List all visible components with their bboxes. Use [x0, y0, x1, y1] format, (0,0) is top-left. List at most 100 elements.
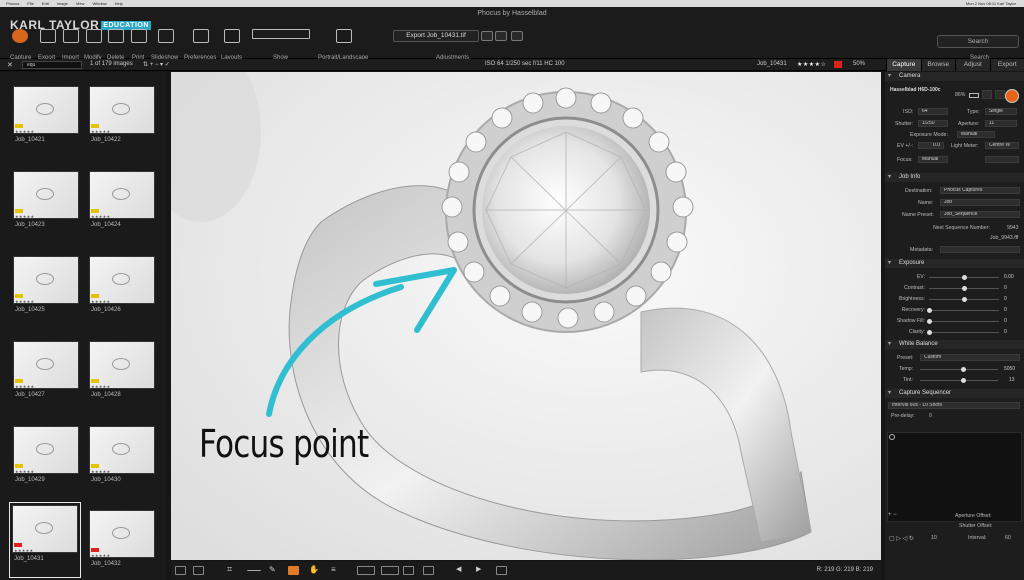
metadata-select[interactable] — [940, 246, 1020, 253]
next-icon[interactable]: ▶ — [476, 565, 487, 574]
thumbnail-job-10426[interactable]: ★★★★★ Job_10426 — [87, 254, 159, 336]
exposure-slider-knob[interactable] — [927, 319, 932, 324]
exposure-slider-knob[interactable] — [962, 286, 967, 291]
light-meter-select[interactable]: Centre W — [985, 142, 1019, 149]
ev-field[interactable]: 0.0 — [918, 142, 944, 149]
exposure-mode-select[interactable]: Manual — [957, 131, 995, 138]
aperture-select[interactable]: 11 — [985, 120, 1017, 127]
exposure-value[interactable]: 0 — [1004, 285, 1007, 291]
exposure-slider[interactable] — [929, 286, 999, 291]
wb-preset-select[interactable]: Custom — [920, 354, 1020, 361]
exposure-slider[interactable] — [927, 308, 999, 313]
interval-value[interactable]: 60 — [1005, 535, 1011, 541]
thumbnail-job-10425[interactable]: ★★★★★ Job_10425 — [11, 254, 83, 336]
temp-slider[interactable] — [920, 367, 998, 372]
portrait-landscape-button[interactable] — [336, 29, 352, 46]
crop-icon[interactable]: ⌗ — [227, 564, 238, 574]
import-button[interactable] — [63, 29, 79, 46]
copy-adjustments-icon[interactable] — [511, 31, 523, 41]
tab-browse[interactable]: Browse — [920, 59, 955, 71]
previous-icon[interactable]: ◀ — [456, 565, 467, 574]
show-toggle[interactable] — [252, 29, 310, 42]
menu-help[interactable]: Help — [115, 1, 123, 6]
sequencer-preset-select[interactable]: Interval 60s - 10 Shots — [888, 402, 1020, 409]
menu-edit[interactable]: Edit — [42, 1, 49, 6]
menu-app[interactable]: Phocus — [6, 1, 19, 6]
exposure-value[interactable]: 0.00 — [1004, 274, 1014, 280]
undo-icon[interactable] — [481, 31, 493, 41]
type-select[interactable]: Single — [985, 108, 1017, 115]
mask-icon[interactable] — [381, 566, 399, 575]
thumbnail-job-10423[interactable]: ★★★★★ Job_10423 — [11, 169, 83, 251]
temp-value[interactable]: 5050 — [1004, 366, 1015, 372]
capture-button[interactable] — [12, 29, 28, 46]
live-view-button[interactable] — [982, 90, 992, 99]
temp-slider-knob[interactable] — [960, 367, 966, 372]
filter-input[interactable]: equ — [22, 61, 82, 69]
camera-section-header[interactable]: Camera — [885, 72, 1024, 81]
print-button[interactable] — [131, 29, 147, 46]
tab-capture[interactable]: Capture — [886, 59, 921, 71]
export-button[interactable] — [40, 29, 56, 46]
camera-settings-button[interactable] — [995, 90, 1005, 99]
iso-select[interactable]: 64 — [918, 108, 948, 115]
compare-view-icon[interactable] — [193, 566, 204, 575]
tint-value[interactable]: 13 — [1009, 377, 1015, 383]
exposure-slider-knob[interactable] — [927, 330, 932, 335]
tint-slider-knob[interactable] — [960, 378, 966, 383]
export-filename-field[interactable]: Export Job_10431.tif — [393, 30, 479, 42]
focus-adjust-buttons[interactable] — [985, 156, 1019, 163]
exposure-section-header[interactable]: Exposure — [885, 259, 1024, 268]
name-field[interactable]: Job — [940, 199, 1020, 206]
thumbnail-job-10431-selected[interactable]: ★★★★★ Job_10431 — [9, 502, 81, 578]
single-view-icon[interactable] — [175, 566, 186, 575]
tab-export[interactable]: Export — [989, 59, 1024, 71]
loupe-icon[interactable] — [288, 566, 299, 575]
search-input[interactable]: Search — [937, 35, 1019, 48]
close-filter-icon[interactable]: ✕ — [7, 61, 13, 69]
color-tag[interactable] — [834, 61, 842, 68]
slideshow-button[interactable] — [158, 29, 174, 46]
delete-button[interactable] — [108, 29, 124, 46]
straighten-icon[interactable] — [247, 566, 261, 571]
fullscreen-icon[interactable] — [423, 566, 434, 575]
layouts-button[interactable] — [224, 29, 240, 46]
sequencer-controls-icon[interactable]: ▢ ▷ ◁ ↻ — [889, 535, 914, 542]
redo-icon[interactable] — [495, 31, 507, 41]
sequencer-timeline[interactable] — [887, 432, 1022, 522]
exposure-value[interactable]: 0 — [1004, 318, 1007, 324]
thumbnail-job-10422[interactable]: ★★★★★ Job_10422 — [87, 84, 159, 166]
thumbnail-job-10427[interactable]: ★★★★★ Job_10427 — [11, 339, 83, 421]
tab-adjust[interactable]: Adjust — [955, 59, 990, 71]
exposure-value[interactable]: 0 — [1004, 296, 1007, 302]
exposure-slider[interactable] — [929, 297, 999, 302]
thumbnail-job-10424[interactable]: ★★★★★ Job_10424 — [87, 169, 159, 251]
focus-select[interactable]: Manual — [918, 156, 948, 163]
thumbnail-job-10432[interactable]: ★★★★★ Job_10432 — [87, 508, 159, 580]
exposure-value[interactable]: 0 — [1004, 329, 1007, 335]
exposure-slider-knob[interactable] — [927, 308, 932, 313]
hand-icon[interactable]: ✋ — [309, 565, 320, 574]
thumbnail-job-10429[interactable]: ★★★★★ Job_10429 — [11, 424, 83, 506]
thumbnail-job-10428[interactable]: ★★★★★ Job_10428 — [87, 339, 159, 421]
pre-delay-value[interactable]: 0 — [929, 413, 932, 419]
menu-image[interactable]: Image — [57, 1, 68, 6]
menu-icon[interactable]: ≡ — [331, 565, 342, 574]
destination-select[interactable]: Phocus Captures — [940, 187, 1020, 194]
exposure-slider[interactable] — [927, 319, 999, 324]
sort-icon[interactable]: ⇅ + − ▾ ✓ — [143, 61, 170, 68]
job-info-section-header[interactable]: Job Info — [885, 173, 1024, 182]
add-step-icon[interactable]: + − — [888, 512, 897, 518]
capture-release-button[interactable] — [1005, 89, 1019, 103]
tint-slider[interactable] — [920, 378, 998, 383]
shutter-select[interactable]: 1/250 — [918, 120, 948, 127]
thumbnail-job-10430[interactable]: ★★★★★ Job_10430 — [87, 424, 159, 506]
capture-sequencer-section-header[interactable]: Capture Sequencer — [885, 389, 1024, 398]
white-balance-section-header[interactable]: White Balance — [885, 340, 1024, 349]
fit-icon[interactable] — [496, 566, 507, 575]
sequence-count[interactable]: 10 — [931, 535, 937, 541]
exposure-value[interactable]: 0 — [1004, 307, 1007, 313]
menu-file[interactable]: File — [27, 1, 33, 6]
grid-icon[interactable] — [403, 566, 414, 575]
rating-stars[interactable]: ★★★★☆ — [797, 61, 826, 68]
